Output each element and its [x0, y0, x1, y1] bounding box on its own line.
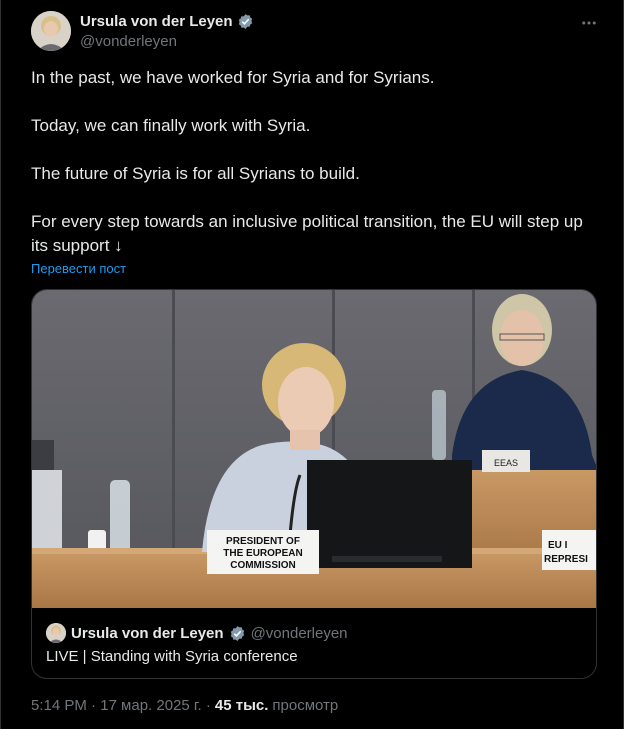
tweet-paragraph: For every step towards an inclusive poli… — [31, 212, 583, 255]
tweet-meta: 5:14 PM · 17 мар. 2025 г. · 45 тыс. прос… — [31, 697, 338, 714]
quoted-author-name[interactable]: Ursula von der Leyen — [71, 625, 224, 642]
nameplate-line-1: PRESIDENT OF — [226, 536, 300, 547]
nameplate-line-3: COMMISSION — [230, 560, 296, 571]
more-options-button[interactable] — [578, 12, 600, 34]
quoted-author-handle[interactable]: @vonderleyen — [251, 625, 348, 642]
eu-sign-line-1: EU I — [548, 540, 568, 551]
quoted-author-row[interactable]: Ursula von der Leyen @vonderleyen — [46, 623, 348, 643]
quoted-tweet-card[interactable]: EEAS PRESIDENT OF THE EUROPEAN COMMISSIO… — [31, 289, 597, 679]
verified-badge-icon — [230, 625, 244, 641]
view-count: 45 тыс. — [214, 697, 269, 714]
tweet-post: Ursula von der Leyen @vonderleyen In the… — [0, 0, 624, 729]
conference-photo: EEAS PRESIDENT OF THE EUROPEAN COMMISSIO… — [32, 290, 596, 608]
eu-sign-line-2: REPRESI — [544, 554, 588, 565]
author-avatar[interactable] — [31, 11, 71, 51]
tweet-paragraph: In the past, we have worked for Syria an… — [31, 68, 435, 87]
verified-badge-icon — [238, 14, 252, 29]
media-image[interactable]: EEAS PRESIDENT OF THE EUROPEAN COMMISSIO… — [32, 290, 596, 608]
quoted-author-avatar[interactable] — [46, 623, 66, 643]
more-options-icon — [582, 21, 596, 25]
author-name-row[interactable]: Ursula von der Leyen — [80, 13, 254, 30]
views-label: просмотр — [272, 697, 339, 714]
quoted-tweet-text: LIVE | Standing with Syria conference — [46, 648, 298, 665]
tweet-paragraph: The future of Syria is for all Syrians t… — [31, 164, 360, 183]
author-handle[interactable]: @vonderleyen — [80, 33, 177, 50]
author-name[interactable]: Ursula von der Leyen — [80, 13, 233, 30]
nameplate-line-2: THE EUROPEAN — [223, 548, 302, 559]
translate-post-link[interactable]: Перевести пост — [31, 261, 126, 276]
tweet-paragraph: Today, we can finally work with Syria. — [31, 116, 311, 135]
eeas-sign: EEAS — [494, 458, 518, 468]
tweet-timestamp[interactable]: 5:14 PM · 17 мар. 2025 г. · — [31, 697, 211, 714]
tweet-text: In the past, we have worked for Syria an… — [31, 66, 591, 258]
